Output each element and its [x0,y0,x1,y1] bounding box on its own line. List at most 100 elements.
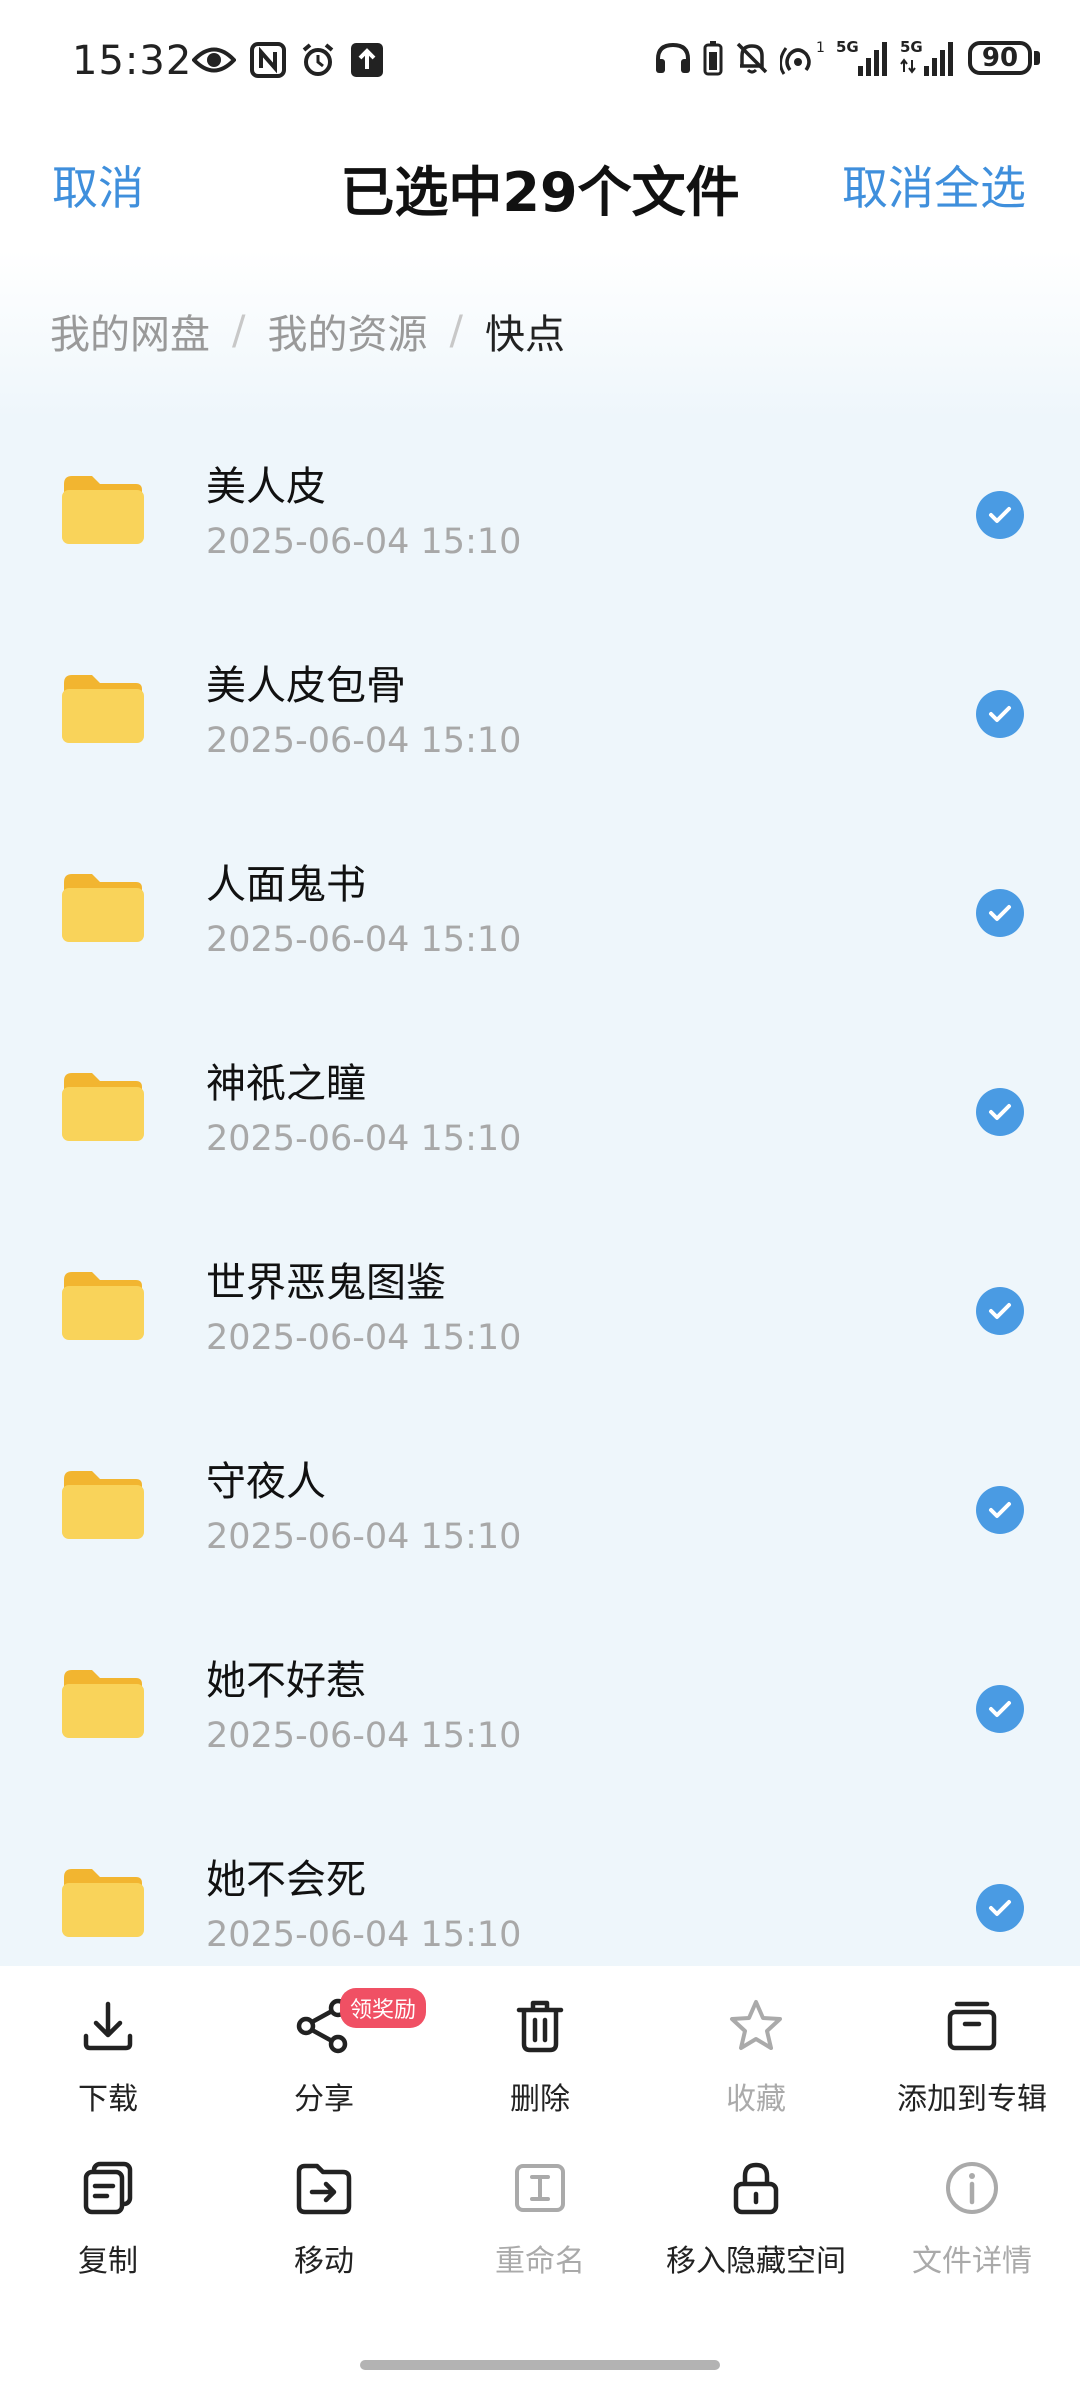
file-date: 2025-06-04 15:10 [206,1716,522,1756]
file-date: 2025-06-04 15:10 [206,1318,522,1358]
breadcrumb-item-my-resources[interactable]: 我的资源 [267,302,427,360]
list-item[interactable]: 她不会死 2025-06-04 15:10 [0,1785,1080,1984]
folder-icon [62,675,144,743]
copy-label: 复制 [78,2244,138,2279]
album-icon [947,2001,997,2051]
download-icon [83,2001,133,2051]
file-name: 守夜人 [206,1459,326,1505]
file-date: 2025-06-04 15:10 [206,522,522,562]
download-button[interactable]: 下载 [0,1996,216,2118]
list-item[interactable]: 世界恶鬼图鉴 2025-06-04 15:10 [0,1188,1080,1387]
file-date: 2025-06-04 15:10 [206,920,522,960]
download-label: 下载 [78,2082,138,2117]
add-to-album-label: 添加到专辑 [897,2082,1047,2117]
lock-icon [733,2162,779,2215]
selected-check-icon[interactable] [976,1884,1024,1932]
selected-check-icon[interactable] [976,491,1024,539]
breadcrumb-separator: / [232,308,246,354]
selected-check-icon[interactable] [976,1088,1024,1136]
file-details-button[interactable]: 文件详情 [864,2158,1080,2280]
list-item[interactable]: 人面鬼书 2025-06-04 15:10 [0,790,1080,989]
file-name: 她不会死 [206,1857,366,1903]
share-button[interactable]: 分享 领奖励 [216,1988,432,2118]
status-bar: 15:32 1 5G 5G 90 [0,0,1080,130]
rename-icon [515,2164,565,2212]
list-item[interactable]: 她不好惹 2025-06-04 15:10 [0,1586,1080,1785]
mute-icon [736,42,768,74]
nfc-icon [250,42,286,78]
list-item[interactable]: 美人皮 2025-06-04 15:10 [0,392,1080,591]
file-name: 她不好惹 [206,1658,366,1704]
file-date: 2025-06-04 15:10 [206,1915,522,1955]
delete-button[interactable]: 删除 [432,1996,648,2118]
status-left-icons [192,42,384,78]
upload-icon [351,43,383,77]
favorite-label: 收藏 [726,2082,786,2117]
favorite-button[interactable]: 收藏 [648,1996,864,2118]
file-name: 美人皮包骨 [206,663,406,709]
add-to-album-button[interactable]: 添加到专辑 [864,1996,1080,2118]
rename-label: 重命名 [495,2244,585,2279]
star-icon [730,2000,782,2050]
svg-text:5G: 5G [836,38,859,56]
action-panel: 下载 分享 领奖励 删除 收藏 添加到专辑 复制 移动 重命名 移入隐藏空间 文… [0,1966,1080,2398]
breadcrumb-separator: / [449,308,463,354]
eye-icon [192,47,236,73]
folder-icon [62,1869,144,1937]
folder-icon [62,1073,144,1141]
signal-5g-icon: 5G [900,38,953,76]
rename-button[interactable]: 重命名 [432,2158,648,2280]
folder-icon [62,1670,144,1738]
list-item[interactable]: 美人皮包骨 2025-06-04 15:10 [0,591,1080,790]
alarm-icon [302,43,334,76]
move-label: 移动 [294,2244,354,2279]
battery-saver-icon [703,41,723,76]
file-name: 神祇之瞳 [206,1061,366,1107]
battery-level: 90 [981,43,1019,73]
selected-check-icon[interactable] [976,1486,1024,1534]
selected-check-icon[interactable] [976,1685,1024,1733]
move-to-hidden-label: 移入隐藏空间 [666,2244,846,2279]
move-button[interactable]: 移动 [216,2158,432,2280]
status-right-icons: 1 5G 5G 90 [654,38,1040,78]
list-item[interactable]: 神祇之瞳 2025-06-04 15:10 [0,989,1080,1188]
delete-label: 删除 [510,2082,570,2117]
selected-check-icon[interactable] [976,690,1024,738]
cancel-button[interactable]: 取消 [52,152,144,218]
file-date: 2025-06-04 15:10 [206,1517,522,1557]
signal-5g-icon: 5G [836,38,887,76]
selected-check-icon[interactable] [976,1287,1024,1335]
trash-icon [516,2000,564,2053]
file-name: 人面鬼书 [206,862,366,908]
hotspot-icon: 1 [780,40,825,75]
headphones-icon [656,42,690,73]
share-label: 分享 [294,2082,354,2117]
file-list: 美人皮 2025-06-04 15:10 美人皮包骨 2025-06-04 15… [0,392,1080,1984]
folder-icon [62,476,144,544]
breadcrumb-item-my-drive[interactable]: 我的网盘 [50,302,210,360]
folder-icon [62,1471,144,1539]
file-date: 2025-06-04 15:10 [206,1119,522,1159]
file-date: 2025-06-04 15:10 [206,721,522,761]
file-name: 世界恶鬼图鉴 [206,1260,446,1306]
folder-icon [62,1272,144,1340]
battery-indicator: 90 [968,41,1040,75]
info-icon [946,2162,998,2214]
breadcrumb: 我的网盘 / 我的资源 / 快点 [50,302,565,360]
breadcrumb-item-current: 快点 [484,312,565,358]
copy-button[interactable]: 复制 [0,2158,216,2280]
svg-text:1: 1 [816,40,825,56]
file-details-label: 文件详情 [912,2244,1032,2279]
selected-check-icon[interactable] [976,889,1024,937]
copy-icon [83,2161,133,2215]
status-time: 15:32 [72,38,193,84]
reward-badge: 领奖励 [340,1988,427,2028]
file-name: 美人皮 [206,464,326,510]
list-item[interactable]: 守夜人 2025-06-04 15:10 [0,1387,1080,1586]
move-folder-icon [296,2163,352,2215]
deselect-all-button[interactable]: 取消全选 [842,152,1026,218]
svg-text:5G: 5G [900,38,923,56]
move-to-hidden-button[interactable]: 移入隐藏空间 [648,2158,864,2280]
folder-icon [62,874,144,942]
home-indicator[interactable] [360,2360,720,2370]
